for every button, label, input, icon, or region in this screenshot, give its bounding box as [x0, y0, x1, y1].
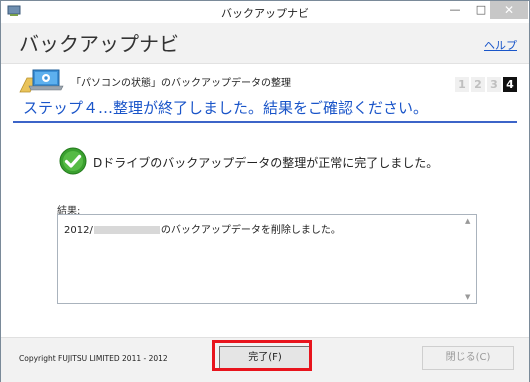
step-number-1: 1: [455, 77, 469, 92]
step-number-3: 3: [487, 77, 501, 92]
finish-button-highlight: [212, 340, 312, 371]
status-message: Dドライブのバックアップデータの整理が正常に完了しました。: [93, 156, 439, 170]
help-link[interactable]: ヘルプ: [484, 37, 517, 53]
copyright-text: Copyright FUJITSU LIMITED 2011 - 2012: [19, 354, 168, 363]
laptop-gear-icon: [19, 69, 64, 93]
result-text: 2012/のバックアップデータを削除しました。: [64, 221, 341, 236]
result-date-prefix: 2012/: [64, 225, 93, 236]
minimize-button[interactable]: —: [442, 1, 468, 19]
app-name: バックアップナビ: [19, 32, 179, 56]
step-number-4-current: 4: [503, 77, 517, 92]
close-button[interactable]: 閉じる(C): [422, 346, 514, 370]
result-scrollbar[interactable]: ▲ ▼: [462, 215, 476, 303]
title-bar: バックアップナビ — □ ✕: [1, 1, 529, 23]
result-textbox[interactable]: 2012/のバックアップデータを削除しました。 ▲ ▼: [57, 214, 477, 304]
heading-divider: [13, 121, 517, 123]
close-window-button[interactable]: ✕: [490, 1, 528, 19]
scroll-down-arrow-icon[interactable]: ▼: [465, 293, 470, 301]
redacted-date: [93, 226, 160, 234]
step-row: 「パソコンの状態」のバックアップデータの整理 1234: [1, 65, 529, 97]
step-title: 「パソコンの状態」のバックアップデータの整理: [71, 78, 291, 89]
result-message: のバックアップデータを削除しました。: [160, 225, 341, 236]
step-heading: ステップ４…整理が終了しました。結果をご確認ください。: [23, 99, 429, 117]
step-number-2: 2: [471, 77, 485, 92]
scroll-up-arrow-icon[interactable]: ▲: [465, 217, 470, 225]
check-circle-icon: [59, 147, 87, 175]
app-window: バックアップナビ — □ ✕ バックアップナビ ヘルプ 「パソコンの状態」のバッ…: [0, 0, 530, 382]
app-header: バックアップナビ ヘルプ: [1, 23, 529, 64]
step-indicator: 1234: [453, 73, 517, 92]
